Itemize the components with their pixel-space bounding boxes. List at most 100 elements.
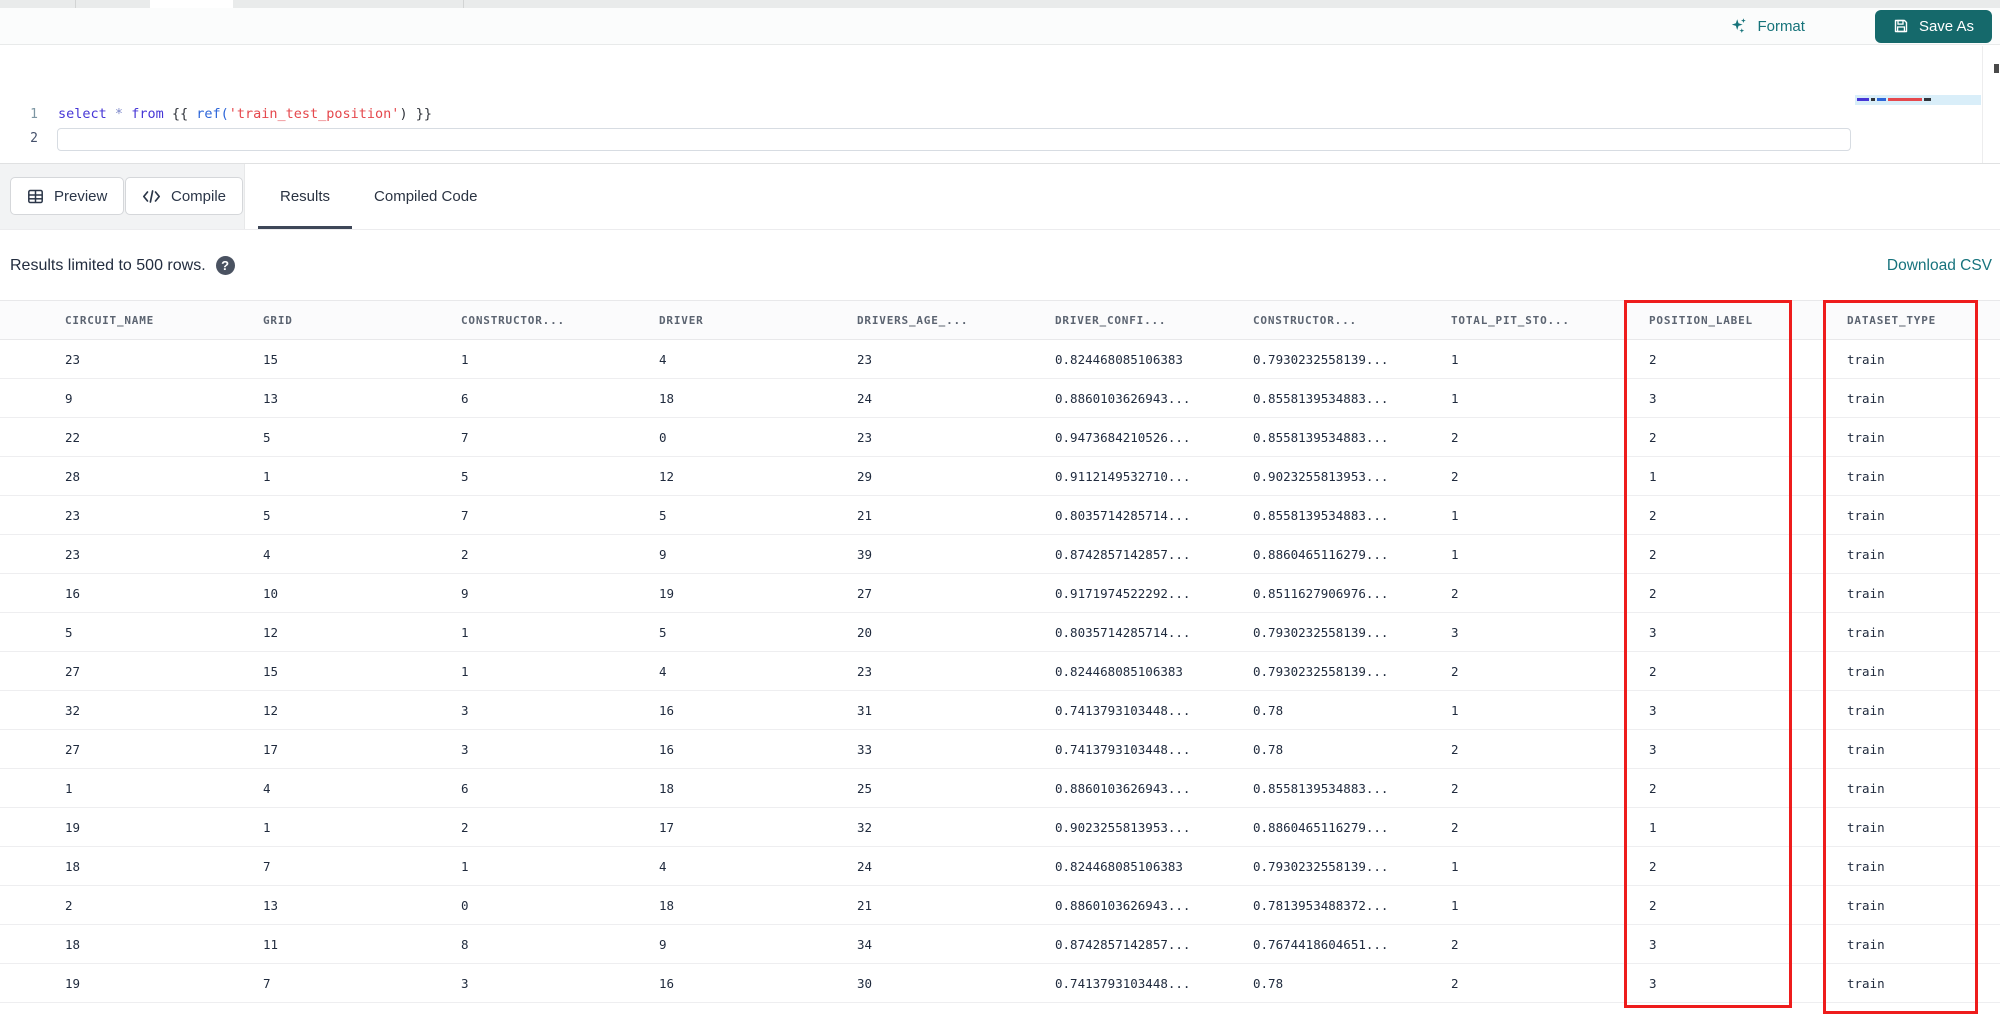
table-row: 23 5 7 5 21 0.8035714285714... 0.8558139534883… — [0, 496, 2000, 535]
column-header[interactable]: DRIVER_CONFI... — [1043, 314, 1241, 327]
table-cell: 3 — [461, 702, 469, 718]
sql-editor[interactable]: 1 2 select * from {{ ref('train_test_pos… — [0, 46, 2000, 163]
line-number-1: 1 — [30, 107, 38, 122]
table-cell: 4 — [263, 780, 271, 796]
scrollbar-thumb[interactable] — [1994, 64, 1999, 73]
table-cell: 0.8860103626943... — [1055, 780, 1191, 796]
table-cell: train — [1847, 624, 1885, 640]
table-cell: 8 — [461, 936, 469, 952]
table-cell: 1 — [461, 351, 469, 367]
tab-results[interactable]: Results — [258, 164, 353, 229]
column-header[interactable]: GRID — [251, 314, 449, 327]
tab-compiled-code-label: Compiled Code — [374, 188, 478, 205]
table-cell: 6 — [461, 390, 469, 406]
table-cell: 1 — [1649, 819, 1657, 835]
sparkles-icon — [1730, 17, 1748, 35]
download-csv-link[interactable]: Download CSV — [1887, 257, 1992, 275]
table-cell: 3 — [1649, 741, 1657, 757]
table-cell: 16 — [659, 702, 675, 718]
table-cell: 0.7930232558139... — [1253, 663, 1389, 679]
table-cell: 2 — [1649, 429, 1657, 445]
table-cell: 2 — [1649, 897, 1657, 913]
table-cell: 10 — [263, 585, 279, 601]
table-cell: 2 — [1649, 351, 1657, 367]
table-cell: 2 — [1451, 468, 1459, 484]
table-cell: 15 — [263, 663, 279, 679]
table-cell: 18 — [659, 780, 675, 796]
column-header[interactable]: DATASET_TYPE — [1835, 314, 2000, 327]
column-header[interactable]: TOTAL_PIT_STO... — [1439, 314, 1637, 327]
table-row: 9 13 6 18 24 0.8860103626943... 0.855813953488… — [0, 379, 2000, 418]
app-window: Format Save As 1 2 select * from {{ ref(… — [0, 0, 2000, 1020]
table-cell: 18 — [659, 897, 675, 913]
table-cell: 7 — [461, 507, 469, 523]
table-cell: 23 — [857, 351, 873, 367]
table-cell: 0.7413793103448... — [1055, 702, 1191, 718]
table-cell: 5 — [659, 507, 667, 523]
active-line-input[interactable] — [57, 128, 1851, 151]
table-cell: 3 — [1649, 975, 1657, 991]
table-cell: 2 — [1451, 663, 1459, 679]
table-cell: 33 — [857, 741, 873, 757]
table-cell: 3 — [1649, 702, 1657, 718]
table-cell: 5 — [65, 624, 73, 640]
table-cell: 0.8035714285714... — [1055, 624, 1191, 640]
tab-compiled-code[interactable]: Compiled Code — [352, 164, 499, 229]
table-cell: train — [1847, 585, 1885, 601]
floppy-disk-icon — [1893, 18, 1909, 34]
help-icon[interactable]: ? — [215, 256, 235, 275]
table-cell: 19 — [65, 975, 81, 991]
table-cell: 7 — [263, 858, 271, 874]
table-cell: 0.8558139534883... — [1253, 780, 1389, 796]
results-tabs: Results Compiled Code — [258, 164, 499, 229]
table-cell: 1 — [263, 468, 271, 484]
column-header[interactable]: CONSTRUCTOR... — [449, 314, 647, 327]
table-cell: 6 — [461, 780, 469, 796]
table-cell: 0.7813953488372... — [1253, 897, 1389, 913]
table-cell: 19 — [659, 585, 675, 601]
code-line-1[interactable]: select * from {{ ref('train_test_positio… — [58, 106, 432, 122]
table-cell: 0.7413793103448... — [1055, 975, 1191, 991]
table-cell: 17 — [263, 741, 279, 757]
column-header[interactable]: CIRCUIT_NAME — [53, 314, 251, 327]
table-cell: 0 — [659, 429, 667, 445]
table-cell: 0.7413793103448... — [1055, 741, 1191, 757]
column-header[interactable]: DRIVERS_AGE_... — [845, 314, 1043, 327]
table-cell: 0.8742857142857... — [1055, 546, 1191, 562]
table-cell: 2 — [1649, 780, 1657, 796]
column-header[interactable]: DRIVER — [647, 314, 845, 327]
table-cell: 0.9023255813953... — [1253, 468, 1389, 484]
table-cell: 23 — [65, 351, 81, 367]
table-row: 27 17 3 16 33 0.7413793103448... 0.78 2 3 train — [0, 730, 2000, 769]
save-as-button[interactable]: Save As — [1874, 9, 1992, 43]
table-cell: 0.78 — [1253, 741, 1284, 757]
active-file-tab[interactable] — [150, 0, 233, 8]
table-cell: train — [1847, 390, 1885, 406]
table-cell: 0 — [461, 897, 469, 913]
table-row: 28 1 5 12 29 0.9112149532710... 0.902325581395… — [0, 457, 2000, 496]
table-cell: train — [1847, 663, 1885, 679]
table-cell: 5 — [659, 624, 667, 640]
table-cell: 0.824468085106383 — [1055, 351, 1183, 367]
compile-button[interactable]: Compile — [125, 177, 244, 215]
table-cell: 2 — [1451, 741, 1459, 757]
table-cell: 18 — [65, 858, 81, 874]
table-cell: 3 — [1649, 390, 1657, 406]
table-row: 5 12 1 5 20 0.8035714285714... 0.7930232558139… — [0, 613, 2000, 652]
table-row: 19 1 2 17 32 0.9023255813953... 0.886046511627… — [0, 808, 2000, 847]
save-as-label: Save As — [1918, 17, 1974, 35]
preview-button[interactable]: Preview — [10, 177, 125, 215]
format-button[interactable]: Format — [1730, 17, 1805, 35]
column-header[interactable]: POSITION_LABEL — [1637, 314, 1835, 327]
table-cell: 39 — [857, 546, 873, 562]
table-body: 23 15 1 4 23 0.824468085106383 0.7930232558139… — [0, 340, 2000, 1003]
table-cell: 1 — [65, 780, 73, 796]
column-header[interactable]: CONSTRUCTOR... — [1241, 314, 1439, 327]
table-cell: 0.9171974522292... — [1055, 585, 1191, 601]
table-cell: train — [1847, 702, 1885, 718]
table-cell: train — [1847, 780, 1885, 796]
table-cell: 5 — [263, 429, 271, 445]
editor-minimap[interactable] — [1855, 95, 1981, 105]
table-cell: 7 — [461, 429, 469, 445]
table-cell: 0.7930232558139... — [1253, 351, 1389, 367]
